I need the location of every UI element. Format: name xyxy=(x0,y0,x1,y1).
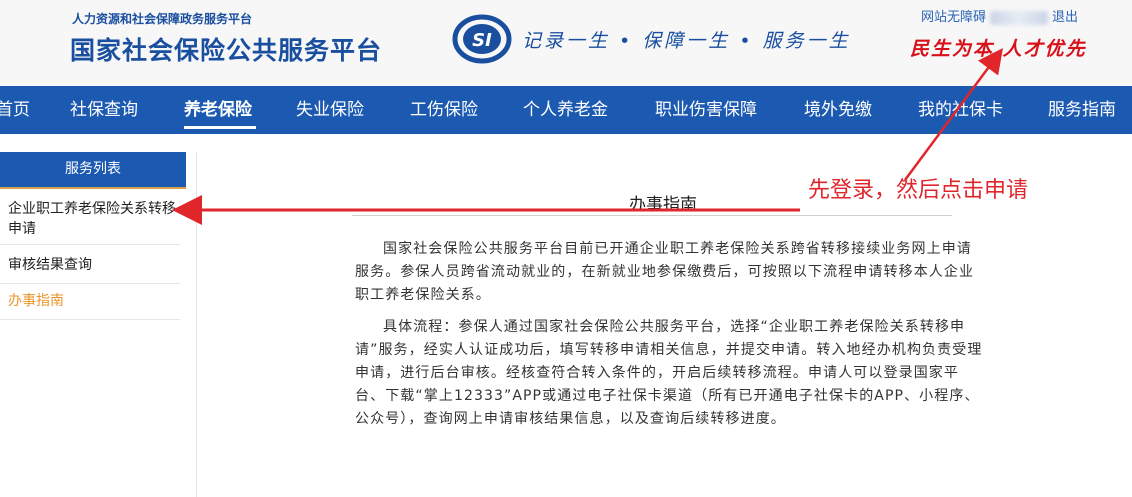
sidebar-divider xyxy=(0,244,180,245)
sidebar: 服务列表 企业职工养老保险关系转移申请 审核结果查询 办事指南 xyxy=(0,152,186,497)
ministry-name: 人力资源和社会保障政务服务平台 xyxy=(72,12,253,26)
nav-item-overseas-exemption[interactable]: 境外免缴 xyxy=(804,86,872,134)
si-logo-icon[interactable]: SI xyxy=(452,14,512,64)
nav-item-personal-pension[interactable]: 个人养老金 xyxy=(523,86,608,134)
motto: 民生为本 人才优先 xyxy=(910,38,1087,60)
nav-item-service-guide[interactable]: 服务指南 xyxy=(1048,86,1116,134)
user-avatar-blurred[interactable] xyxy=(990,10,1049,25)
site-header: 人力资源和社会保障政务服务平台 国家社会保险公共服务平台 SI 记录一生 • 保… xyxy=(0,0,1132,86)
svg-text:SI: SI xyxy=(472,30,492,51)
nav-item-my-social-card[interactable]: 我的社保卡 xyxy=(918,86,1003,134)
annotation-text: 先登录，然后点击申请 xyxy=(808,178,1029,203)
guide-paragraph-process: 具体流程：参保人通过国家社会保险公共服务平台，选择“企业职工养老保险关系转移申请… xyxy=(355,319,983,427)
nav-active-indicator xyxy=(184,126,256,129)
nav-item-home[interactable]: 首页 xyxy=(0,86,30,134)
sidebar-heading: 服务列表 xyxy=(0,152,186,189)
nav-item-social-insurance-query[interactable]: 社保查询 xyxy=(70,86,138,134)
logout-link[interactable]: 退出 xyxy=(1052,10,1078,25)
sidebar-divider xyxy=(0,283,180,284)
page-title: 办事指南 xyxy=(629,195,697,215)
accessibility-link[interactable]: 网站无障碍 xyxy=(921,10,986,25)
main-nav: 首页 社保查询 养老保险 失业保险 工伤保险 个人养老金 职业伤害保障 境外免缴… xyxy=(0,86,1132,134)
sidebar-item-review-result-query[interactable]: 审核结果查询 xyxy=(8,255,180,275)
nav-item-work-injury-insurance[interactable]: 工伤保险 xyxy=(410,86,478,134)
sidebar-item-transfer-application[interactable]: 企业职工养老保险关系转移申请 xyxy=(8,199,180,239)
nav-item-unemployment-insurance[interactable]: 失业保险 xyxy=(296,86,364,134)
guide-paragraph-intro: 国家社会保险公共服务平台目前已开通企业职工养老保险关系跨省转移接续业务网上申请服… xyxy=(355,241,975,303)
nav-item-occupational-injury[interactable]: 职业伤害保障 xyxy=(655,86,757,134)
slogan: 记录一生 • 保障一生 • 服务一生 xyxy=(522,30,851,52)
sidebar-item-service-guide[interactable]: 办事指南 xyxy=(8,291,180,311)
sidebar-divider xyxy=(0,319,180,320)
platform-title[interactable]: 国家社会保险公共服务平台 xyxy=(70,31,382,67)
top-right-links: 网站无障碍 退出 xyxy=(921,6,1078,25)
title-divider xyxy=(352,215,952,216)
